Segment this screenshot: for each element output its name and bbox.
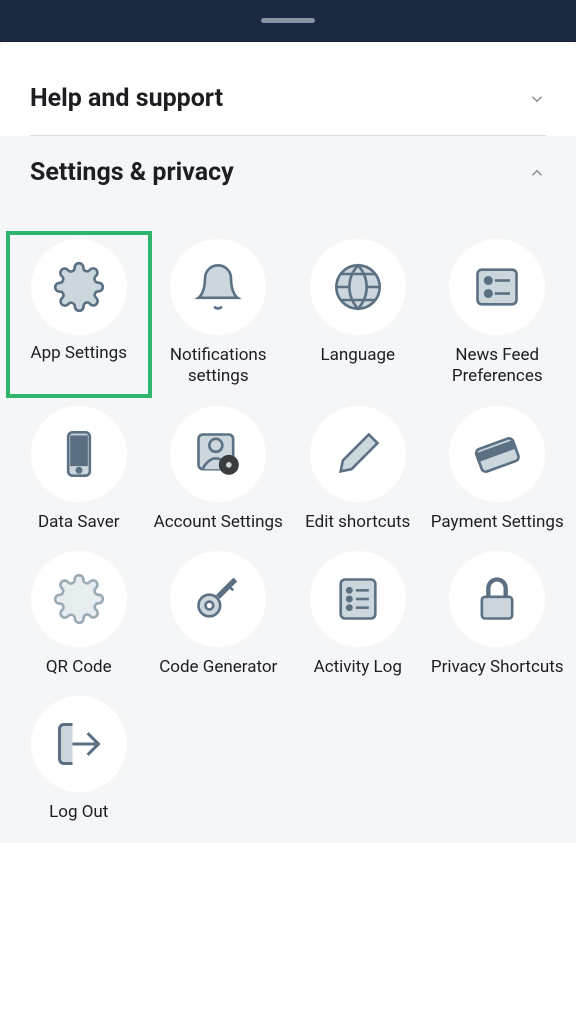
grid-item-account-settings[interactable]: Account Settings bbox=[152, 406, 286, 533]
grid-item-edit-shortcuts[interactable]: Edit shortcuts bbox=[291, 406, 425, 533]
grid-item-log-out[interactable]: Log Out bbox=[12, 696, 146, 823]
gear-icon bbox=[31, 239, 127, 335]
grid-item-label: Account Settings bbox=[154, 512, 283, 533]
grid-item-data-saver[interactable]: Data Saver bbox=[12, 406, 146, 533]
grid-item-label: Privacy Shortcuts bbox=[431, 657, 564, 678]
grid-item-qr-code[interactable]: QR Code bbox=[12, 551, 146, 678]
grid-item-app-settings[interactable]: App Settings bbox=[6, 231, 152, 398]
grid-item-label: Code Generator bbox=[159, 657, 277, 678]
grid-item-label: Language bbox=[320, 345, 395, 366]
drag-handle-bar[interactable] bbox=[0, 0, 576, 42]
list-icon bbox=[310, 551, 406, 647]
grid-item-code-generator[interactable]: Code Generator bbox=[152, 551, 286, 678]
credit-card-icon bbox=[449, 406, 545, 502]
grid-item-label: Notifications settings bbox=[152, 345, 286, 388]
pencil-icon bbox=[310, 406, 406, 502]
settings-privacy-header[interactable]: Settings & privacy bbox=[0, 136, 576, 209]
grid-item-language[interactable]: Language bbox=[291, 239, 425, 388]
grid-item-label: News Feed Preferences bbox=[431, 345, 565, 388]
settings-privacy-title: Settings & privacy bbox=[30, 158, 234, 187]
settings-privacy-section: Settings & privacy App Settings bbox=[0, 136, 576, 843]
grid-item-label: QR Code bbox=[46, 657, 112, 678]
logout-icon bbox=[31, 696, 127, 792]
chevron-up-icon bbox=[528, 164, 546, 182]
grid-item-privacy-shortcuts[interactable]: Privacy Shortcuts bbox=[431, 551, 565, 678]
grid-item-news-feed-preferences[interactable]: News Feed Preferences bbox=[431, 239, 565, 388]
bell-icon bbox=[170, 239, 266, 335]
grid-item-label: App Settings bbox=[31, 343, 127, 364]
help-and-support-title: Help and support bbox=[30, 84, 223, 113]
grid-item-activity-log[interactable]: Activity Log bbox=[291, 551, 425, 678]
grid-item-label: Log Out bbox=[49, 802, 108, 823]
grid-item-label: Payment Settings bbox=[431, 512, 564, 533]
phone-icon bbox=[31, 406, 127, 502]
globe-icon bbox=[310, 239, 406, 335]
grid-item-notifications-settings[interactable]: Notifications settings bbox=[152, 239, 286, 388]
gear-outline-icon bbox=[31, 551, 127, 647]
settings-panel: Help and support Settings & privacy Ap bbox=[0, 34, 576, 1024]
chevron-down-icon bbox=[528, 90, 546, 108]
help-and-support-header[interactable]: Help and support bbox=[0, 62, 576, 135]
settings-grid: App Settings Notifications settings bbox=[0, 209, 576, 843]
key-icon bbox=[170, 551, 266, 647]
grid-item-label: Activity Log bbox=[314, 657, 402, 678]
grid-item-label: Data Saver bbox=[38, 512, 120, 533]
lock-icon bbox=[449, 551, 545, 647]
grid-item-label: Edit shortcuts bbox=[305, 512, 410, 533]
account-gear-icon bbox=[170, 406, 266, 502]
sliders-icon bbox=[449, 239, 545, 335]
grid-item-payment-settings[interactable]: Payment Settings bbox=[431, 406, 565, 533]
